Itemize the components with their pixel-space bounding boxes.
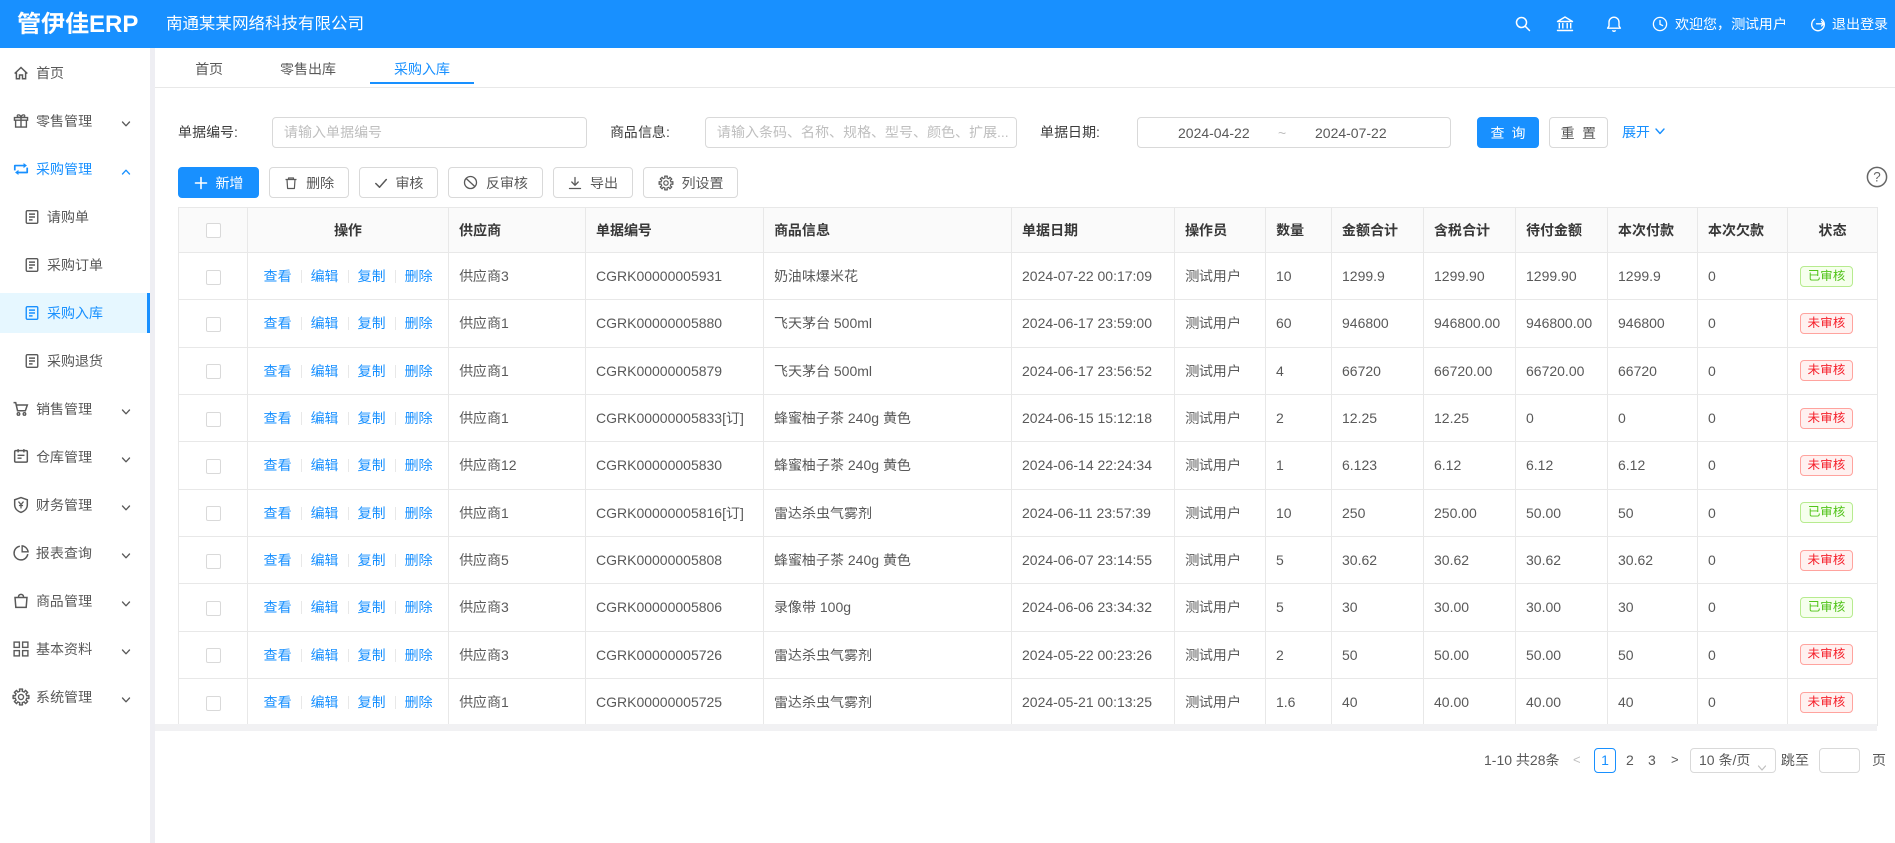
svg-text:?: ? bbox=[1873, 170, 1881, 185]
